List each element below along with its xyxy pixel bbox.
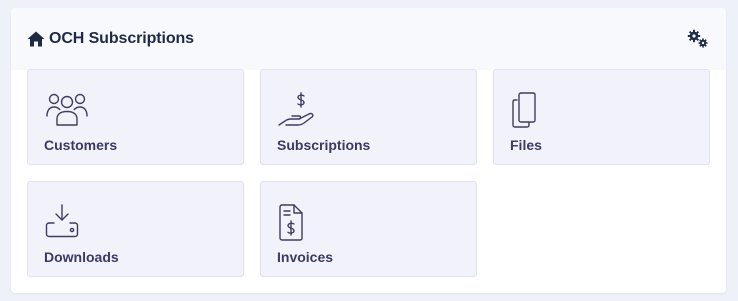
subscriptions-panel: OCH Subscriptions Customers Subscription… <box>11 8 726 293</box>
tile-customers[interactable]: Customers <box>27 69 244 165</box>
tile-label: Customers <box>44 137 118 153</box>
tile-label: Subscriptions <box>277 137 371 153</box>
panel-header: OCH Subscriptions <box>11 8 726 70</box>
invoice-icon <box>279 204 303 241</box>
files-icon <box>512 92 536 128</box>
tile-files[interactable]: Files <box>493 69 710 165</box>
tile-label: Downloads <box>44 249 119 265</box>
home-icon <box>27 31 45 47</box>
page-title: OCH Subscriptions <box>49 30 194 47</box>
gears-icon[interactable] <box>687 29 709 49</box>
download-drive-icon <box>45 204 79 238</box>
tile-subscriptions[interactable]: Subscriptions <box>260 69 477 165</box>
tile-label: Files <box>510 137 542 153</box>
tile-label: Invoices <box>277 249 334 265</box>
users-icon <box>46 93 88 126</box>
tile-downloads[interactable]: Downloads <box>27 181 244 277</box>
hand-dollar-icon <box>278 92 314 126</box>
tile-invoices[interactable]: Invoices <box>260 181 477 277</box>
